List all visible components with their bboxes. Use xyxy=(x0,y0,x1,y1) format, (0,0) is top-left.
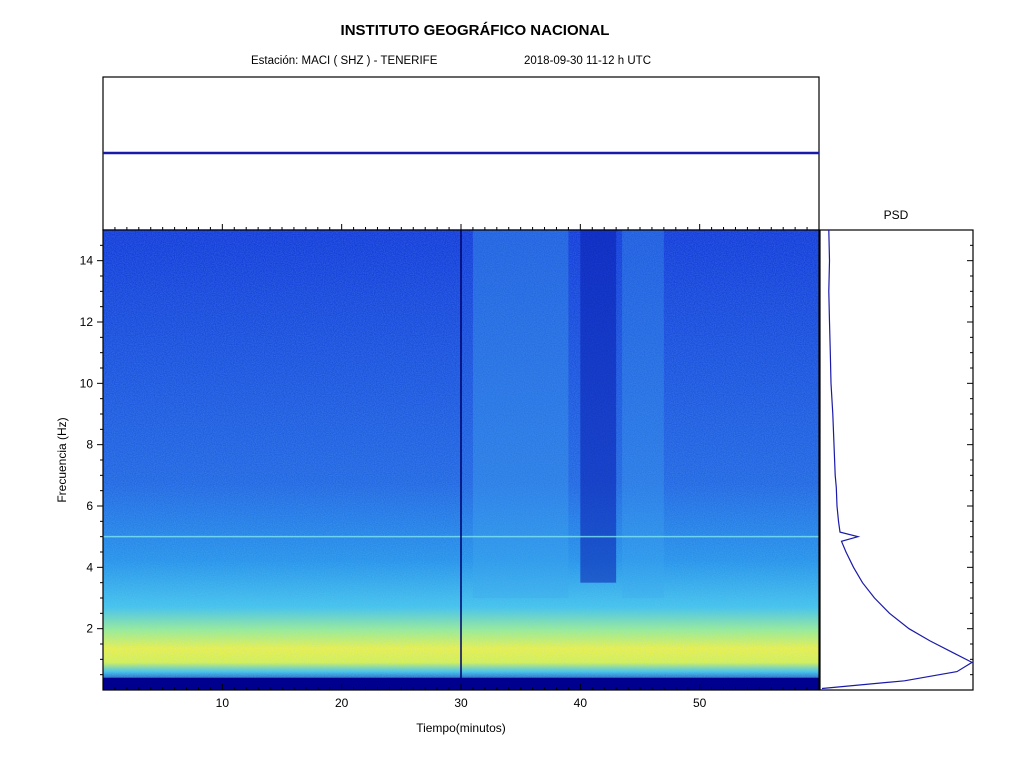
y-axis: 2 4 6 8 10 12 14 xyxy=(80,244,103,676)
quiet-band xyxy=(580,230,617,583)
active-band xyxy=(472,230,569,598)
x-tick-label: 50 xyxy=(693,696,707,710)
y-tick-label: 6 xyxy=(86,499,93,513)
y-tick-label: 10 xyxy=(80,376,94,390)
y-tick-label: 8 xyxy=(86,438,93,452)
x-tick-label: 40 xyxy=(574,696,588,710)
psd-panel: PSD xyxy=(819,208,974,691)
active-band-2 xyxy=(622,230,664,598)
spectrogram-figure: 10 20 30 40 50 2 4 6 8 10 12 14 Tiempo(minutos) Fr… xyxy=(55,76,974,735)
y-tick-label: 4 xyxy=(86,560,93,574)
y-axis-label: Frecuencia (Hz) xyxy=(55,417,69,502)
x-tick-label: 10 xyxy=(216,696,230,710)
y-tick-label: 2 xyxy=(86,622,93,636)
y-tick-label: 12 xyxy=(80,315,94,329)
seismogram-panel xyxy=(102,76,820,231)
spectrogram-panel: 10 20 30 40 50 2 4 6 8 10 12 14 Tiempo(minutos) Fr… xyxy=(55,224,820,735)
y-tick-label: 14 xyxy=(80,254,94,268)
x-tick-label: 30 xyxy=(454,696,468,710)
x-axis-label: Tiempo(minutos) xyxy=(416,721,506,735)
psd-title: PSD xyxy=(884,208,909,222)
psd-frame xyxy=(819,229,974,691)
x-tick-label: 20 xyxy=(335,696,349,710)
